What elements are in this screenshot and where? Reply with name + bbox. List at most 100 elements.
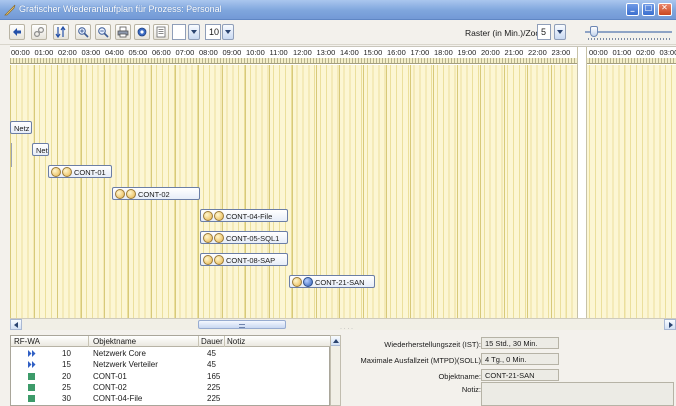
- table-row[interactable]: 15 Netzwerk Verteiler 45: [11, 359, 331, 370]
- print-button[interactable]: [115, 24, 131, 40]
- column-divider[interactable]: [198, 336, 199, 347]
- gantt-bar[interactable]: CONT-05-SQL1: [200, 231, 288, 244]
- table-row[interactable]: 25 CONT-02 225: [11, 382, 331, 393]
- timeline-hour-label-next-day: 02:00: [636, 48, 655, 57]
- cell-dauer: 165: [207, 371, 221, 381]
- timeline-hour-label: 09:00: [222, 48, 242, 57]
- cell-objektname: Netzwerk Verteiler: [93, 360, 158, 370]
- header-dauer[interactable]: Dauer: [201, 337, 223, 346]
- zoom-slider-thumb[interactable]: [590, 26, 598, 37]
- hour-gridline: [527, 65, 528, 319]
- gantt-bar[interactable]: Netz: [10, 121, 32, 134]
- zoom-out-button[interactable]: [95, 24, 111, 40]
- gantt-bar[interactable]: CONT-01: [48, 165, 112, 178]
- list-button[interactable]: [153, 24, 169, 40]
- color-field[interactable]: [172, 24, 186, 40]
- color-dropdown-arrow[interactable]: [188, 24, 200, 40]
- scroll-thumb[interactable]: [198, 320, 286, 329]
- table-header: RF-WA Objektname Dauer Notiz: [11, 336, 331, 347]
- zoom-slider-ticks: [588, 38, 670, 40]
- timeline-hour-label-next-day: 03:00: [659, 48, 676, 57]
- cell-objektname: CONT-04-File: [93, 394, 143, 404]
- gantt-bar-label: CONT-04-File: [226, 212, 273, 221]
- table-row[interactable]: 20 CONT-01 165: [11, 371, 331, 382]
- ist-value: 15 Std., 30 Min.: [481, 337, 559, 349]
- timeline-hour-label: 01:00: [34, 48, 54, 57]
- column-divider[interactable]: [88, 336, 89, 347]
- table-row[interactable]: 10 Netzwerk Core 45: [11, 348, 331, 359]
- status-icon: [126, 189, 136, 199]
- status-icon: [214, 211, 224, 221]
- timeline-hour-label: 02:00: [58, 48, 77, 57]
- hour-gridline: [57, 65, 58, 319]
- zoom-level-select[interactable]: 10: [205, 24, 221, 40]
- status-square-icon: [28, 395, 35, 403]
- cell-rfwa: 20: [62, 371, 71, 381]
- cell-rfwa: 10: [62, 349, 71, 358]
- zoom-out-icon: [98, 27, 109, 38]
- app-window: Grafischer Wiederanlaufplan für Prozess:…: [0, 0, 676, 406]
- header-objektname[interactable]: Objektname: [93, 337, 136, 346]
- title-bar: Grafischer Wiederanlaufplan für Prozess:…: [0, 0, 676, 20]
- gantt-bar-label: CONT-01: [74, 168, 106, 177]
- hour-gridline: [480, 65, 481, 319]
- zoom-in-button[interactable]: [75, 24, 91, 40]
- timeline-hour-label: 10:00: [246, 48, 265, 57]
- raster-select[interactable]: 5: [537, 24, 551, 40]
- gantt-bar[interactable]: CONT-08-SAP: [200, 253, 288, 266]
- gantt-bar[interactable]: CONT-21-SAN: [289, 275, 375, 288]
- cell-objektname: CONT-02: [93, 382, 127, 392]
- table-row[interactable]: 30 CONT-04-File 225: [11, 393, 331, 404]
- clock-icon: [292, 277, 302, 287]
- timeline-hour-label: 16:00: [387, 48, 406, 57]
- settings-button[interactable]: [134, 24, 150, 40]
- scroll-right-button[interactable]: [664, 319, 676, 330]
- window-title: Grafischer Wiederanlaufplan für Prozess:…: [19, 4, 222, 14]
- double-arrow-icon: [28, 361, 36, 369]
- gantt-chart: 00:00 01:00 02:00 03:00 04:00 05:00 06:00 07:00…: [10, 46, 676, 319]
- clock-icon: [203, 233, 213, 243]
- status-square-icon: [28, 383, 35, 391]
- hour-gridline: [268, 65, 270, 319]
- link-button[interactable]: [31, 24, 47, 40]
- list-icon: [156, 26, 166, 38]
- back-button[interactable]: [9, 24, 25, 40]
- double-arrow-icon: [28, 350, 36, 357]
- app-icon: [4, 4, 16, 16]
- minimize-button[interactable]: _: [626, 3, 639, 16]
- gantt-bar[interactable]: CONT-02: [112, 187, 200, 200]
- close-button[interactable]: ✕: [658, 3, 672, 16]
- hour-gridline: [10, 65, 11, 319]
- maximize-button[interactable]: □: [642, 3, 655, 16]
- cell-rfwa: 25: [62, 382, 71, 392]
- hour-gridline: [245, 65, 246, 319]
- cell-dauer: 225: [207, 382, 221, 392]
- timeline-hour-label-next-day: 00:00: [589, 48, 608, 57]
- timeline-hour-label: 05:00: [128, 48, 148, 57]
- table-vertical-scrollbar[interactable]: [330, 335, 341, 406]
- timeline-hour-label: 04:00: [105, 48, 124, 57]
- day-separator: [577, 47, 587, 319]
- notiz-label: Notiz:: [461, 385, 481, 394]
- sort-button[interactable]: [53, 24, 69, 40]
- mtpd-value: 4 Tg., 0 Min.: [481, 353, 559, 365]
- cell-dauer: 45: [207, 349, 216, 358]
- zoom-slider-track[interactable]: [585, 31, 672, 33]
- timeline-hour-label: 12:00: [293, 48, 312, 57]
- hour-gridline: [80, 65, 82, 319]
- header-rfwa[interactable]: RF-WA: [14, 337, 40, 346]
- gantt-bar[interactable]: Netz: [32, 143, 49, 156]
- hour-gridline: [221, 65, 223, 319]
- scroll-left-button[interactable]: [10, 319, 22, 330]
- scroll-up-button[interactable]: [331, 336, 340, 346]
- timeline-hour-label: 03:00: [81, 48, 101, 57]
- zoom-level-dropdown-arrow[interactable]: [222, 24, 234, 40]
- column-divider[interactable]: [224, 336, 225, 347]
- timeline-hour-label: 08:00: [199, 48, 218, 57]
- cell-dauer: 45: [207, 360, 216, 370]
- gantt-bar[interactable]: CONT-04-File: [200, 209, 288, 222]
- raster-dropdown-arrow[interactable]: [554, 24, 566, 40]
- header-notiz[interactable]: Notiz: [227, 337, 245, 346]
- notiz-field[interactable]: [481, 382, 674, 406]
- sort-icon: [55, 26, 66, 38]
